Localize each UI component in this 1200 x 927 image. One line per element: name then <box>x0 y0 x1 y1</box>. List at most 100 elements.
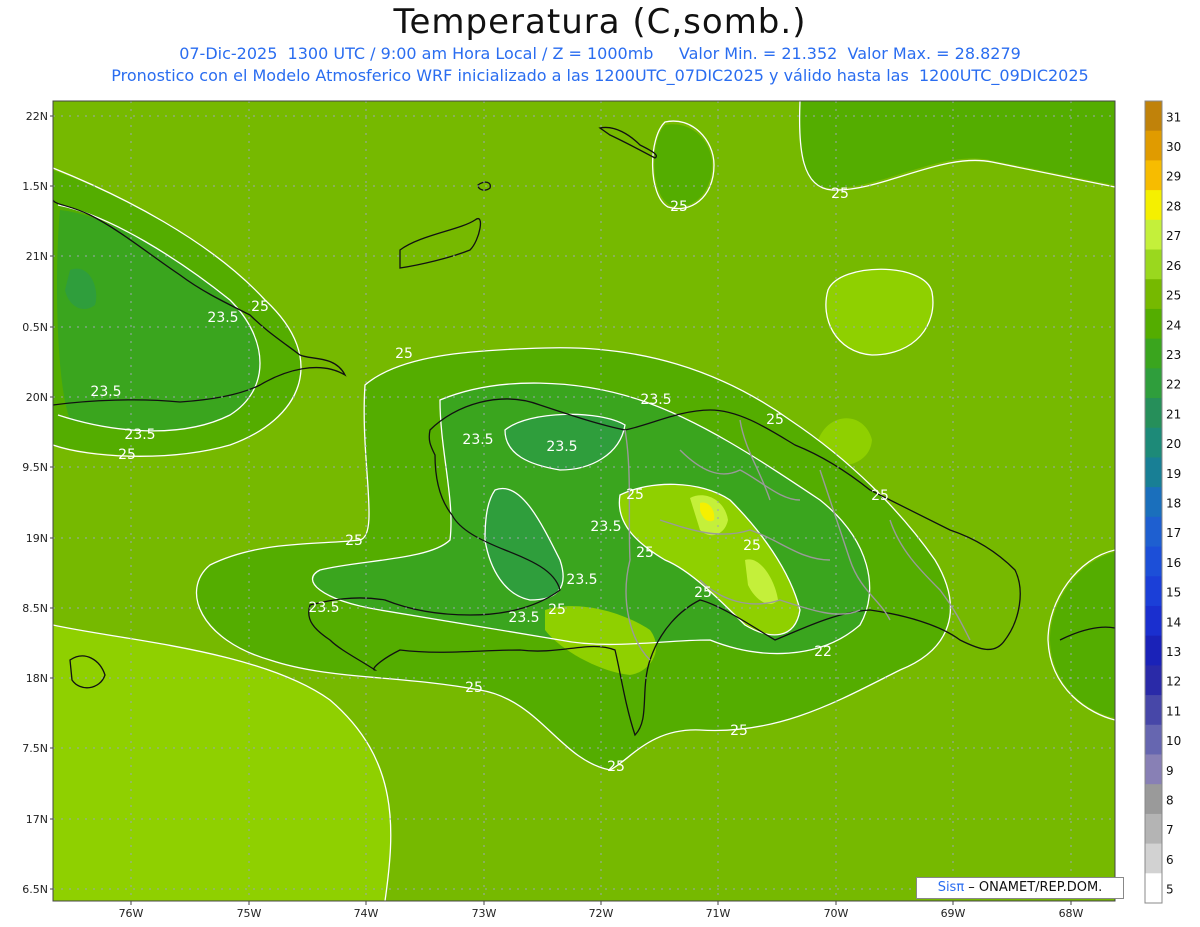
colorbar-label: 22 <box>1166 378 1181 392</box>
colorbar-label: 25 <box>1166 289 1181 303</box>
lat-label: 20N <box>26 391 48 404</box>
colorbar-swatch <box>1145 130 1162 161</box>
lon-label: 75W <box>237 907 262 920</box>
coast-west-edge <box>53 647 54 648</box>
contour-value-label: 25 <box>345 533 363 549</box>
lat-label: 17N <box>26 813 48 826</box>
contour-value-label: 25 <box>465 680 483 696</box>
contour-value-label: 25 <box>395 346 413 362</box>
contour-value-label: 25 <box>670 199 688 215</box>
colorbar-swatch <box>1145 784 1162 815</box>
colorbar-swatch <box>1145 160 1162 191</box>
contour-value-label: 25 <box>730 723 748 739</box>
colorbar-label: 6 <box>1166 853 1174 867</box>
colorbar-label: 8 <box>1166 794 1174 808</box>
colorbar-swatch <box>1145 398 1162 429</box>
colorbar-label: 11 <box>1166 704 1181 718</box>
colorbar-label: 23 <box>1166 348 1181 362</box>
colorbar-swatch <box>1145 695 1162 726</box>
credit-box: Sisπ – ONAMET/REP.DOM. <box>916 877 1124 899</box>
lon-label: 73W <box>472 907 497 920</box>
colorbar-label: 15 <box>1166 586 1181 600</box>
contour-value-label: 23.5 <box>308 600 339 616</box>
colorbar-swatch <box>1145 487 1162 518</box>
colorbar-swatch <box>1145 516 1162 548</box>
colorbar-swatch <box>1145 190 1162 221</box>
contour-value-label: 25 <box>251 299 269 315</box>
colorbar-swatch <box>1145 368 1162 399</box>
lon-label: 70W <box>824 907 849 920</box>
colorbar-label: 13 <box>1166 645 1181 659</box>
colorbar-label: 9 <box>1166 764 1174 778</box>
colorbar-swatch <box>1145 338 1162 369</box>
lat-label: 9.5N <box>22 461 48 474</box>
colorbar-swatch <box>1145 724 1162 755</box>
lat-label: 21N <box>26 250 48 263</box>
colorbar-swatch <box>1145 813 1162 845</box>
colorbar-label: 31 <box>1166 110 1181 124</box>
lat-label: 7.5N <box>22 742 48 755</box>
contour-value-label: 25 <box>548 602 566 618</box>
colorbar-label: 26 <box>1166 259 1181 273</box>
lat-label: 0.5N <box>22 321 48 334</box>
colorbar-swatch <box>1145 101 1162 132</box>
lat-label: 22N <box>26 110 48 123</box>
colorbar-swatch <box>1145 635 1162 666</box>
contour-value-label: 23.5 <box>640 392 671 408</box>
lat-label: 1.5N <box>22 180 48 193</box>
lat-label: 6.5N <box>22 883 48 896</box>
colorbar-swatch <box>1145 427 1162 458</box>
temperature-field <box>53 101 1115 901</box>
colorbar-label: 18 <box>1166 496 1181 510</box>
lon-label: 71W <box>706 907 731 920</box>
contour-value-label: 25 <box>118 447 136 463</box>
coast-cuba-west <box>53 405 54 406</box>
lon-label: 74W <box>354 907 379 920</box>
colorbar-swatch <box>1145 576 1162 607</box>
colorbar-label: 16 <box>1166 556 1181 570</box>
contour-value-label: 25 <box>607 759 625 775</box>
colorbar-label: 24 <box>1166 318 1181 332</box>
colorbar-label: 5 <box>1166 883 1174 897</box>
sispi-logo: Sisπ <box>937 880 965 895</box>
colorbar-swatch <box>1145 665 1162 696</box>
colorbar-label: 17 <box>1166 526 1181 540</box>
lat-label: 18N <box>26 672 48 685</box>
colorbar-swatch <box>1145 873 1162 904</box>
colorbar-label: 20 <box>1166 437 1181 451</box>
longitude-labels: 76W 75W 74W 73W 72W 71W 70W 69W 68W <box>119 901 1084 920</box>
contour-value-label: 23.5 <box>462 432 493 448</box>
colorbar-label: 19 <box>1166 467 1181 481</box>
contour-value-label: 25 <box>694 585 712 601</box>
colorbar-swatch <box>1145 249 1162 280</box>
coast-cuba-nw <box>53 211 54 212</box>
contour-value-label: 25 <box>766 412 784 428</box>
colorbar-label: 28 <box>1166 199 1181 213</box>
lon-label: 69W <box>941 907 966 920</box>
contour-value-label: 23.5 <box>124 427 155 443</box>
contour-value-label: 23.5 <box>546 439 577 455</box>
contour-value-label: 23.5 <box>90 384 121 400</box>
colorbar-label: 10 <box>1166 734 1181 748</box>
lon-label: 68W <box>1059 907 1084 920</box>
contour-value-label: 22 <box>814 644 832 660</box>
colorbar-swatch <box>1145 546 1162 577</box>
lon-label: 76W <box>119 907 144 920</box>
credit-text: – ONAMET/REP.DOM. <box>964 880 1103 895</box>
colorbar-label: 14 <box>1166 615 1181 629</box>
temperature-map: 25252525252525252525 25252525252523.523.5… <box>22 100 1181 920</box>
colorbar: 31 30 29 28 27 26 25 24 23 22 21 20 19 18 17 16 15 14 13 12… <box>1144 100 1181 904</box>
colorbar-swatch <box>1145 457 1162 488</box>
contour-value-label: 23.5 <box>590 519 621 535</box>
colorbar-label: 29 <box>1166 170 1181 184</box>
lat-label: 19N <box>26 532 48 545</box>
contour-value-label: 25 <box>626 487 644 503</box>
lat-label: 8.5N <box>22 602 48 615</box>
colorbar-swatch <box>1145 605 1162 637</box>
contour-value-label: 23.5 <box>508 610 539 626</box>
colorbar-label: 7 <box>1166 823 1174 837</box>
contour-value-label: 25 <box>636 545 654 561</box>
latitude-labels: 22N 1.5N 21N 0.5N 20N 9.5N 19N 8.5N 18N 7.5N 17N 6.… <box>22 110 53 896</box>
colorbar-swatch <box>1145 843 1162 874</box>
lon-label: 72W <box>589 907 614 920</box>
